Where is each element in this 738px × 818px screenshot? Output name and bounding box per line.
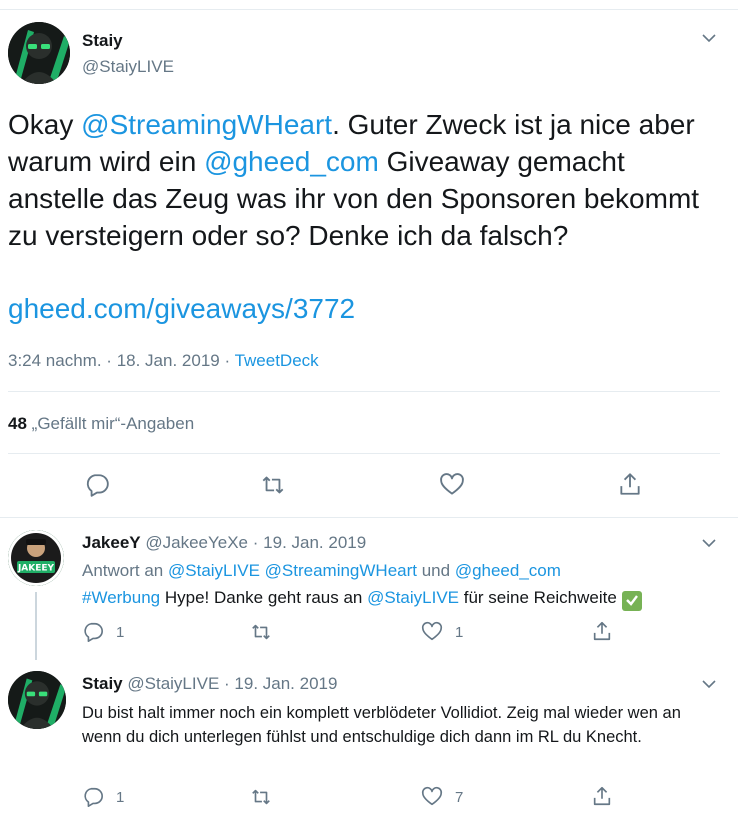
retweet-button[interactable] <box>249 786 273 808</box>
chevron-down-icon[interactable] <box>701 30 717 51</box>
like-count: 7 <box>455 788 464 806</box>
retweet-icon <box>252 789 270 805</box>
tweet-date[interactable]: 18. Jan. 2019 <box>117 351 220 370</box>
reply-button[interactable]: 1 <box>82 621 124 643</box>
tweet-time[interactable]: 3:24 nachm. <box>8 351 102 370</box>
reply-text-segment: für seine Reichweite <box>459 588 622 607</box>
reply-text-segment: Hype! Danke geht raus an <box>160 588 368 607</box>
thread-line <box>35 592 37 660</box>
reply-button[interactable] <box>84 472 110 498</box>
share-icon <box>593 621 611 641</box>
reply-count: 1 <box>116 788 125 806</box>
author-handle[interactable]: @StaiyLIVE <box>127 674 219 693</box>
reply-header: JakeeY @JakeeYeXe · 19. Jan. 2019 <box>82 533 366 553</box>
divider <box>0 517 738 518</box>
author-name[interactable]: JakeeY <box>82 533 141 552</box>
heart-icon <box>421 786 443 806</box>
reply-to-line: Antwort an @StaiyLIVE @StreamingWHeart u… <box>82 560 561 582</box>
retweet-icon <box>262 476 284 494</box>
tweet-date[interactable]: 19. Jan. 2019 <box>263 533 366 552</box>
likes-summary[interactable]: 48 „Gefällt mir“-Angaben <box>8 414 194 434</box>
tweet-meta: 3:24 nachm. · 18. Jan. 2019 · TweetDeck <box>8 351 319 371</box>
check-mark-emoji <box>621 591 642 611</box>
jakeey-avatar-image: JAKEEY <box>8 530 64 586</box>
like-button[interactable] <box>439 472 465 498</box>
share-button[interactable] <box>617 471 643 497</box>
reply-to-prefix: Antwort an <box>82 561 168 580</box>
reply-icon <box>84 622 103 642</box>
reply-header: Staiy @StaiyLIVE · 19. Jan. 2019 <box>82 674 337 694</box>
meta-separator: · <box>224 674 230 693</box>
hashtag-link[interactable]: #Werbung <box>82 588 160 607</box>
author-name[interactable]: Staiy <box>82 674 123 693</box>
divider <box>8 453 720 454</box>
retweet-icon <box>252 624 270 640</box>
avatar-badge-text: JAKEEY <box>17 564 55 574</box>
mention-link[interactable]: @StaiyLIVE <box>367 588 459 607</box>
mention-link[interactable]: @gheed_com <box>455 561 561 580</box>
author-handle[interactable]: @JakeeYeXe <box>145 533 248 552</box>
avatar[interactable]: JAKEEY <box>8 530 64 586</box>
reply-count: 1 <box>116 623 125 641</box>
mention-link[interactable]: @StreamingWHeart <box>81 109 332 140</box>
tweet-text-segment: Okay <box>8 109 82 140</box>
share-button[interactable] <box>591 785 613 807</box>
reply-text: #Werbung Hype! Danke geht raus an @Staiy… <box>82 587 642 611</box>
avatar[interactable] <box>8 671 66 729</box>
tweet-date[interactable]: 19. Jan. 2019 <box>234 674 337 693</box>
reply-text: Du bist halt immer noch ein komplett ver… <box>82 704 681 746</box>
tweet-url-link[interactable]: gheed.com/giveaways/3772 <box>8 293 355 325</box>
divider <box>8 391 720 392</box>
mention-link[interactable]: @gheed_com <box>204 146 379 177</box>
reply-button[interactable]: 1 <box>82 786 124 808</box>
retweet-button[interactable] <box>249 621 273 643</box>
likes-count: 48 <box>8 414 27 433</box>
avatar[interactable] <box>8 22 70 84</box>
heart-icon <box>440 473 464 495</box>
chevron-down-icon[interactable] <box>701 535 717 556</box>
meta-separator: · <box>224 351 231 370</box>
share-icon <box>593 786 611 806</box>
chevron-down-icon[interactable] <box>701 676 717 697</box>
share-icon <box>620 473 640 495</box>
staiy-avatar-image <box>8 22 70 84</box>
tweet-source-link[interactable]: TweetDeck <box>235 351 319 370</box>
like-count: 1 <box>455 623 464 641</box>
top-divider <box>0 9 738 10</box>
reply-to-and: und <box>417 561 455 580</box>
staiy-avatar-image <box>8 671 66 729</box>
like-button[interactable]: 1 <box>421 621 463 643</box>
mention-link[interactable]: @StreamingWHeart <box>265 561 417 580</box>
author-name[interactable]: Staiy <box>82 31 123 51</box>
retweet-button[interactable] <box>259 472 287 498</box>
author-handle[interactable]: @StaiyLIVE <box>82 57 174 77</box>
likes-label: „Gefällt mir“-Angaben <box>31 414 195 433</box>
heart-icon <box>421 621 443 641</box>
mention-link[interactable]: @StaiyLIVE <box>168 561 260 580</box>
reply-icon <box>84 787 103 807</box>
tweet-text: Okay @StreamingWHeart. Guter Zweck ist j… <box>8 106 728 254</box>
reply-icon <box>86 474 109 497</box>
like-button[interactable]: 7 <box>421 786 463 808</box>
meta-separator: · <box>252 533 259 552</box>
share-button[interactable] <box>591 620 613 642</box>
meta-separator: · <box>106 351 112 370</box>
